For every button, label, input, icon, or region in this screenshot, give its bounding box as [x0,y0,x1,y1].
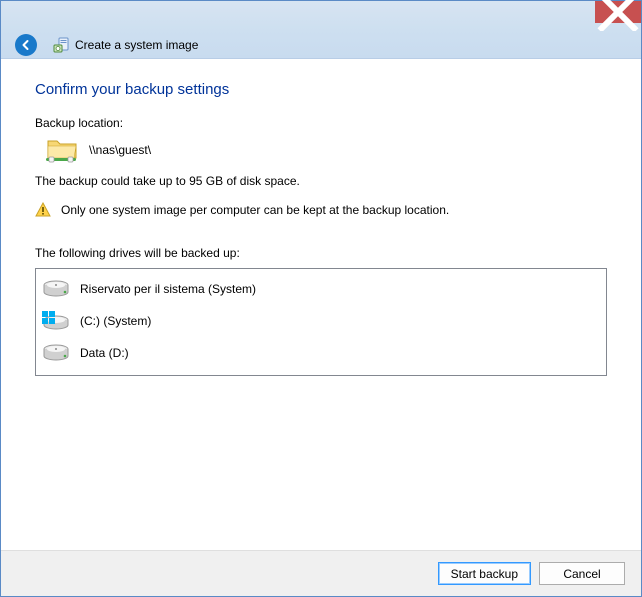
drive-row: Riservato per il sistema (System) [42,273,600,305]
system-image-icon [53,37,69,53]
close-icon [595,0,641,35]
page-heading: Confirm your backup settings [35,81,607,98]
content-area: Confirm your backup settings Backup loca… [1,59,641,550]
wizard-window: Create a system image Confirm your backu… [0,0,642,597]
drive-row: Data (D:) [42,337,600,369]
warning-text: Only one system image per computer can b… [61,203,449,217]
button-row: Start backup Cancel [1,550,641,596]
header-title: Create a system image [75,38,198,52]
drive-row: (C:) (System) [42,305,600,337]
cancel-button[interactable]: Cancel [539,562,625,585]
system-drive-icon [42,311,70,331]
backup-location-value: \\nas\guest\ [89,143,151,157]
close-button[interactable] [595,1,641,23]
header-row: Create a system image [1,31,641,59]
titlebar [1,1,641,31]
warning-row: Only one system image per computer can b… [35,202,607,218]
drives-label: The following drives will be backed up: [35,246,607,260]
warning-icon [35,202,51,218]
hard-drive-icon [42,279,70,299]
drives-list: Riservato per il sistema (System) (C:) (… [35,268,607,376]
backup-location-row: \\nas\guest\ [45,136,607,164]
backup-location-label: Backup location: [35,116,607,130]
back-arrow-icon [20,39,32,51]
hard-drive-icon [42,343,70,363]
drive-name: (C:) (System) [80,314,151,328]
drive-name: Data (D:) [80,346,129,360]
start-backup-button[interactable]: Start backup [438,562,531,585]
drive-name: Riservato per il sistema (System) [80,282,256,296]
size-note: The backup could take up to 95 GB of dis… [35,174,607,188]
folder-network-icon [45,136,79,164]
back-button[interactable] [15,34,37,56]
